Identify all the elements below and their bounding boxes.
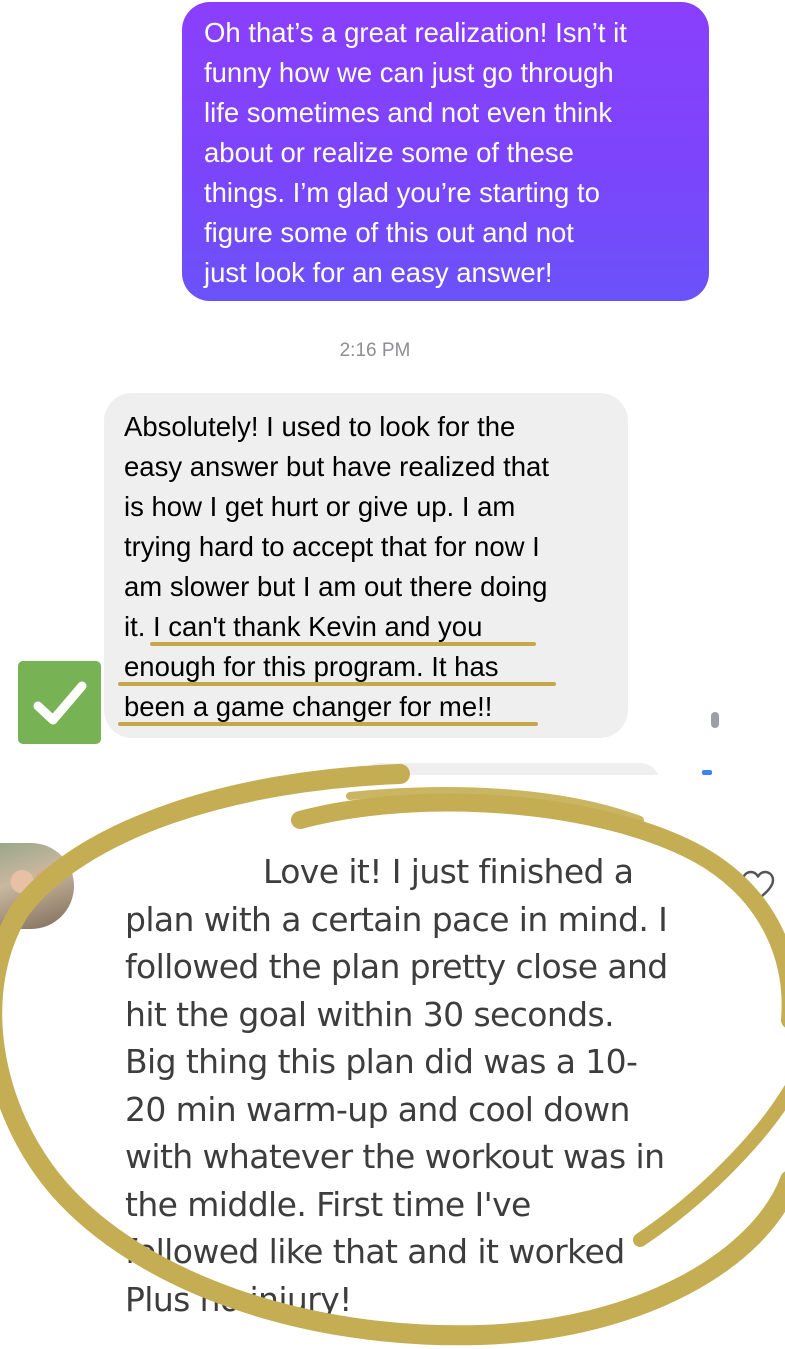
comment-body: Love it! I just finished a plan with a c… — [125, 848, 745, 1323]
comment-line: hit the goal within 30 seconds. — [125, 994, 615, 1034]
comment-line: plan with a certain pace in mind. I — [125, 899, 668, 939]
message-line: am slower but I am out there doing — [124, 571, 548, 602]
highlight-underline — [118, 722, 538, 726]
highlight-underline — [150, 642, 536, 646]
comment-line: Plus no injury! — [125, 1279, 352, 1319]
message-line: it. I can't thank Kevin and you — [124, 611, 483, 642]
message-line: figure some of this out and not — [204, 217, 574, 248]
message-line: life sometimes and not even think — [204, 97, 613, 128]
message-line: easy answer but have realized that — [124, 451, 549, 482]
highlight-underline — [118, 682, 556, 686]
comment-line: Big thing this plan did was a 10- — [125, 1042, 638, 1081]
message-line: just look for an easy answer! — [204, 257, 553, 288]
message-line: been a game changer for me!! — [124, 691, 493, 722]
message-line: funny how we can just go through — [204, 57, 614, 88]
message-line: trying hard to accept that for now I — [124, 531, 540, 562]
white-check-mark-icon — [18, 661, 101, 744]
message-line: about or realize some of these — [204, 137, 574, 168]
comment-line: the middle. First time I've — [125, 1184, 531, 1224]
comment-line: followed like that and it worked — [125, 1232, 625, 1271]
heart-outline-icon[interactable] — [741, 870, 775, 902]
comment-line: followed the plan pretty close and — [125, 947, 668, 986]
comment-line: with whatever the workout was in — [125, 1137, 665, 1176]
message-line: Absolutely! I used to look for the — [124, 411, 516, 442]
comment-line: 20 min warm-up and cool down — [125, 1089, 630, 1129]
chat-screenshot: Oh that’s a great realization! Isn’t it … — [0, 0, 785, 787]
message-line: enough for this program. It has — [124, 651, 499, 682]
message-line: Oh that’s a great realization! Isn’t it — [204, 17, 627, 48]
comment-line: Love it! I just finished a — [263, 852, 634, 891]
sent-message-bubble: Oh that’s a great realization! Isn’t it … — [182, 2, 709, 301]
message-line: things. I’m glad you’re starting to — [204, 177, 600, 208]
message-timestamp: 2:16 PM — [339, 340, 411, 361]
received-message-bubble: Absolutely! I used to look for the easy … — [104, 393, 628, 738]
message-line: is how I get hurt or give up. I am — [124, 491, 516, 522]
reaction-indicator-icon — [711, 712, 719, 728]
